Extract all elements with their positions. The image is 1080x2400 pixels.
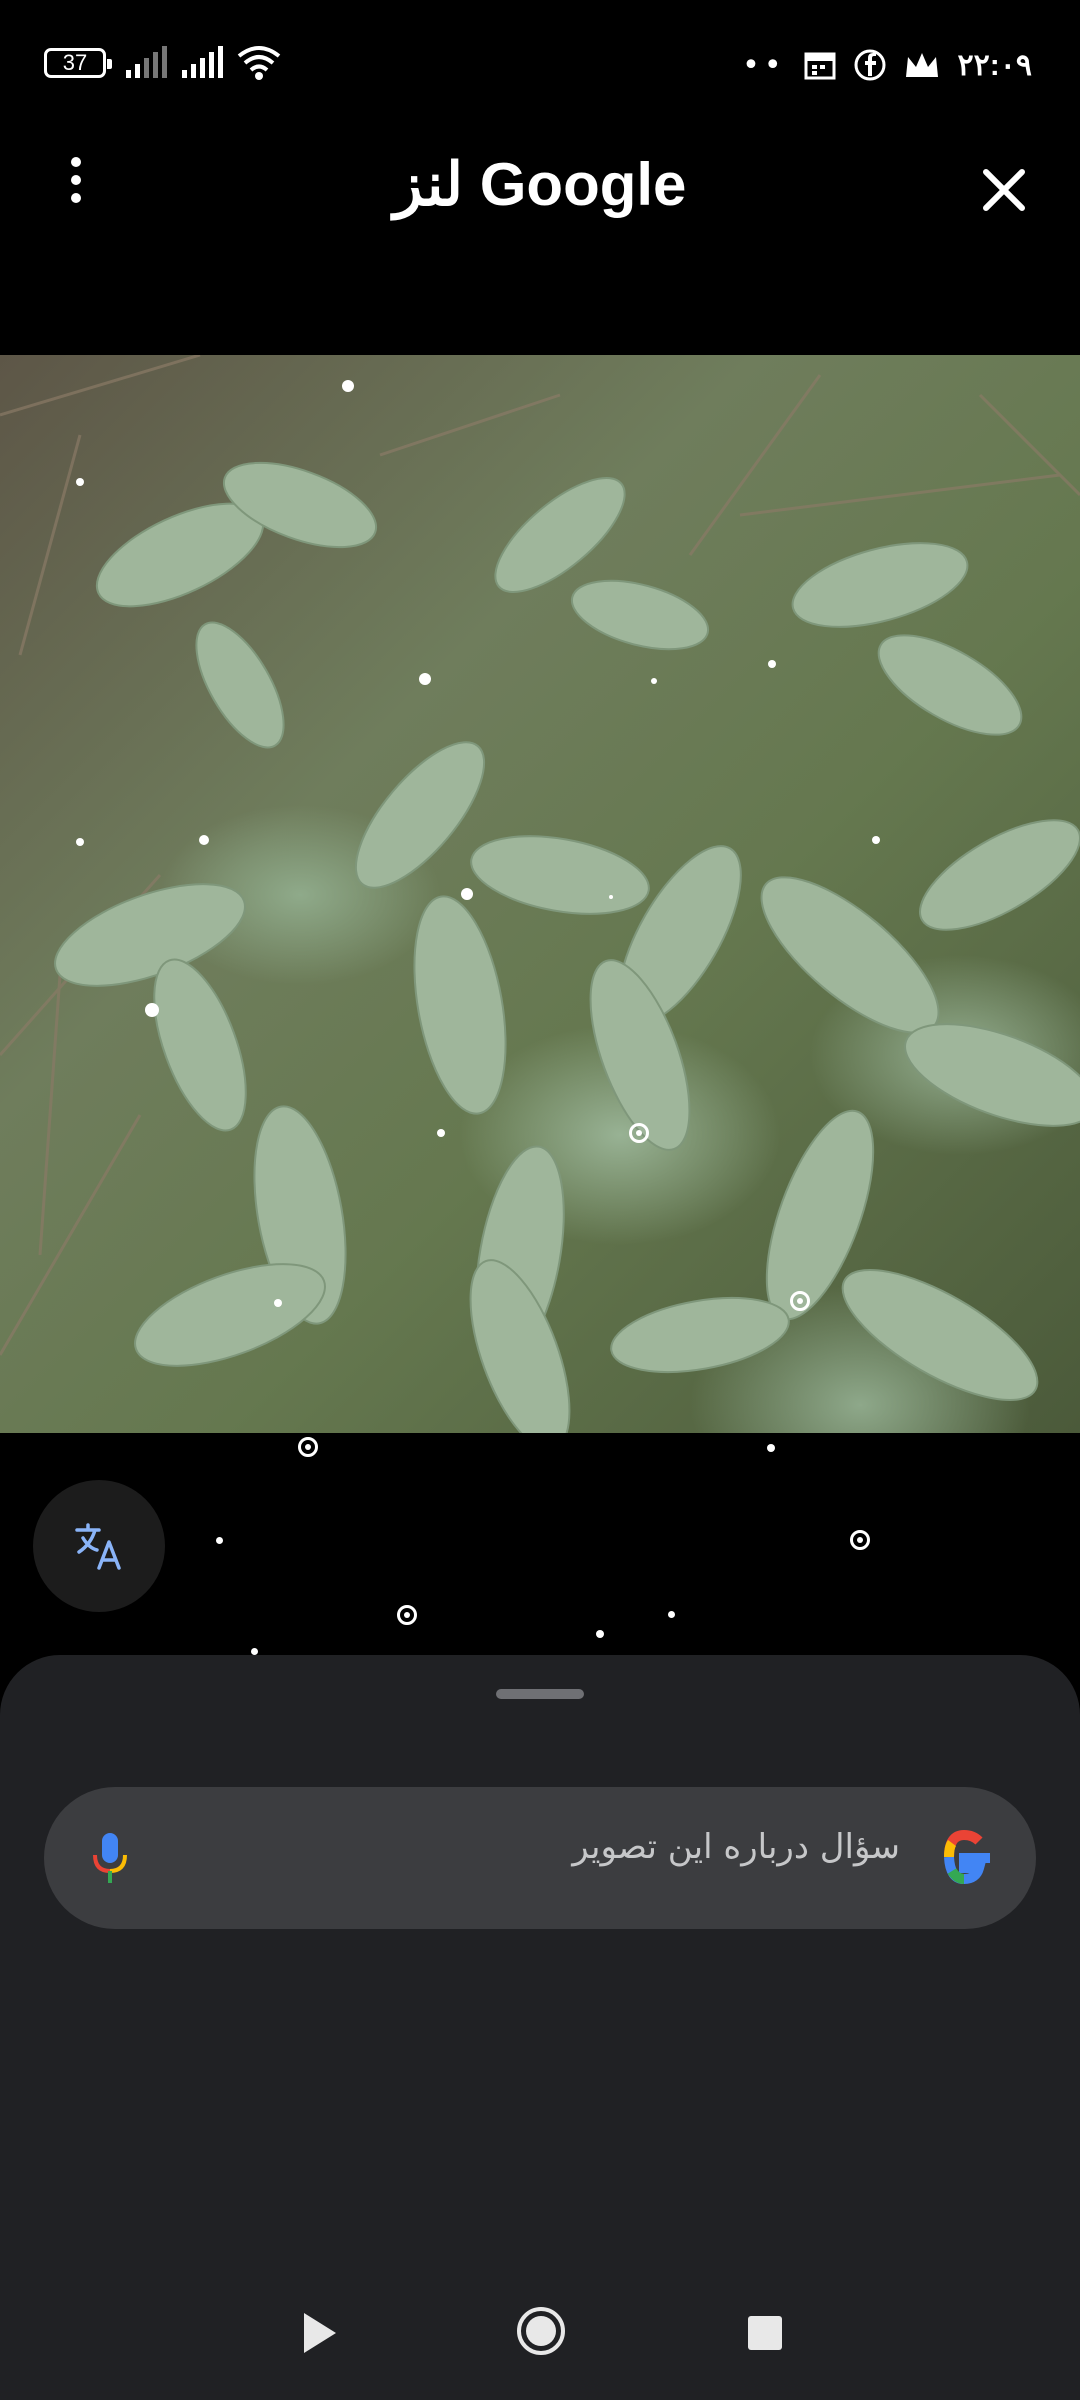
- signal-icon: [182, 46, 223, 78]
- scan-sparkle: [668, 1611, 675, 1618]
- scan-ring: [298, 1437, 318, 1457]
- plant-photo: [0, 355, 1080, 1433]
- more-notifications-icon: ••: [742, 47, 786, 83]
- scan-sparkle: [274, 1299, 282, 1307]
- translate-icon: [75, 1523, 121, 1570]
- scan-sparkle: [216, 1537, 223, 1544]
- battery-level: 37: [62, 50, 88, 75]
- scan-sparkle: [596, 1630, 604, 1638]
- scan-sparkle: [461, 888, 473, 900]
- captured-image[interactable]: [0, 355, 1080, 1433]
- wifi-icon: [237, 46, 281, 80]
- scan-sparkle: [251, 1648, 258, 1655]
- signal-icon: [126, 46, 167, 78]
- search-bar[interactable]: سؤال درباره این تصویر: [44, 1787, 1036, 1929]
- translate-button[interactable]: [33, 1480, 165, 1612]
- crown-icon: [905, 53, 938, 77]
- clock: ۲۲:۰۹: [957, 48, 1032, 82]
- search-input[interactable]: سؤال درباره این تصویر: [572, 1827, 900, 1867]
- system-nav-bar: [0, 2280, 1080, 2390]
- calendar-icon: [804, 52, 836, 80]
- scan-sparkle: [76, 838, 84, 846]
- scan-ring: [790, 1291, 810, 1311]
- scan-sparkle: [76, 478, 84, 486]
- mic-icon[interactable]: [90, 1829, 130, 1889]
- scan-ring: [397, 1605, 417, 1625]
- close-icon[interactable]: [964, 150, 1044, 230]
- drag-handle[interactable]: [496, 1689, 584, 1699]
- facebook-icon: [854, 49, 886, 81]
- scan-sparkle: [199, 835, 209, 845]
- scan-sparkle: [768, 660, 776, 668]
- recents-icon[interactable]: [748, 2316, 782, 2350]
- back-icon[interactable]: [300, 2310, 340, 2356]
- scan-sparkle: [419, 673, 431, 685]
- scan-sparkle: [767, 1444, 775, 1452]
- home-icon[interactable]: [516, 2306, 566, 2356]
- scan-sparkle: [609, 895, 613, 899]
- scan-sparkle: [872, 836, 880, 844]
- lens-header: لنز Google: [0, 130, 1080, 230]
- scan-ring: [629, 1123, 649, 1143]
- scan-sparkle: [651, 678, 657, 684]
- status-right-icons: •• ۲۲:۰۹: [742, 40, 1032, 90]
- scan-sparkle: [342, 380, 354, 392]
- page-title: لنز Google: [393, 151, 687, 218]
- scan-ring: [850, 1530, 870, 1550]
- google-logo-icon: [944, 1829, 990, 1885]
- scan-sparkle: [437, 1129, 445, 1137]
- scan-sparkle: [145, 1003, 159, 1017]
- battery-indicator: 37: [44, 48, 112, 78]
- status-bar: 37 •• ۲۲:۰۹: [0, 0, 1080, 130]
